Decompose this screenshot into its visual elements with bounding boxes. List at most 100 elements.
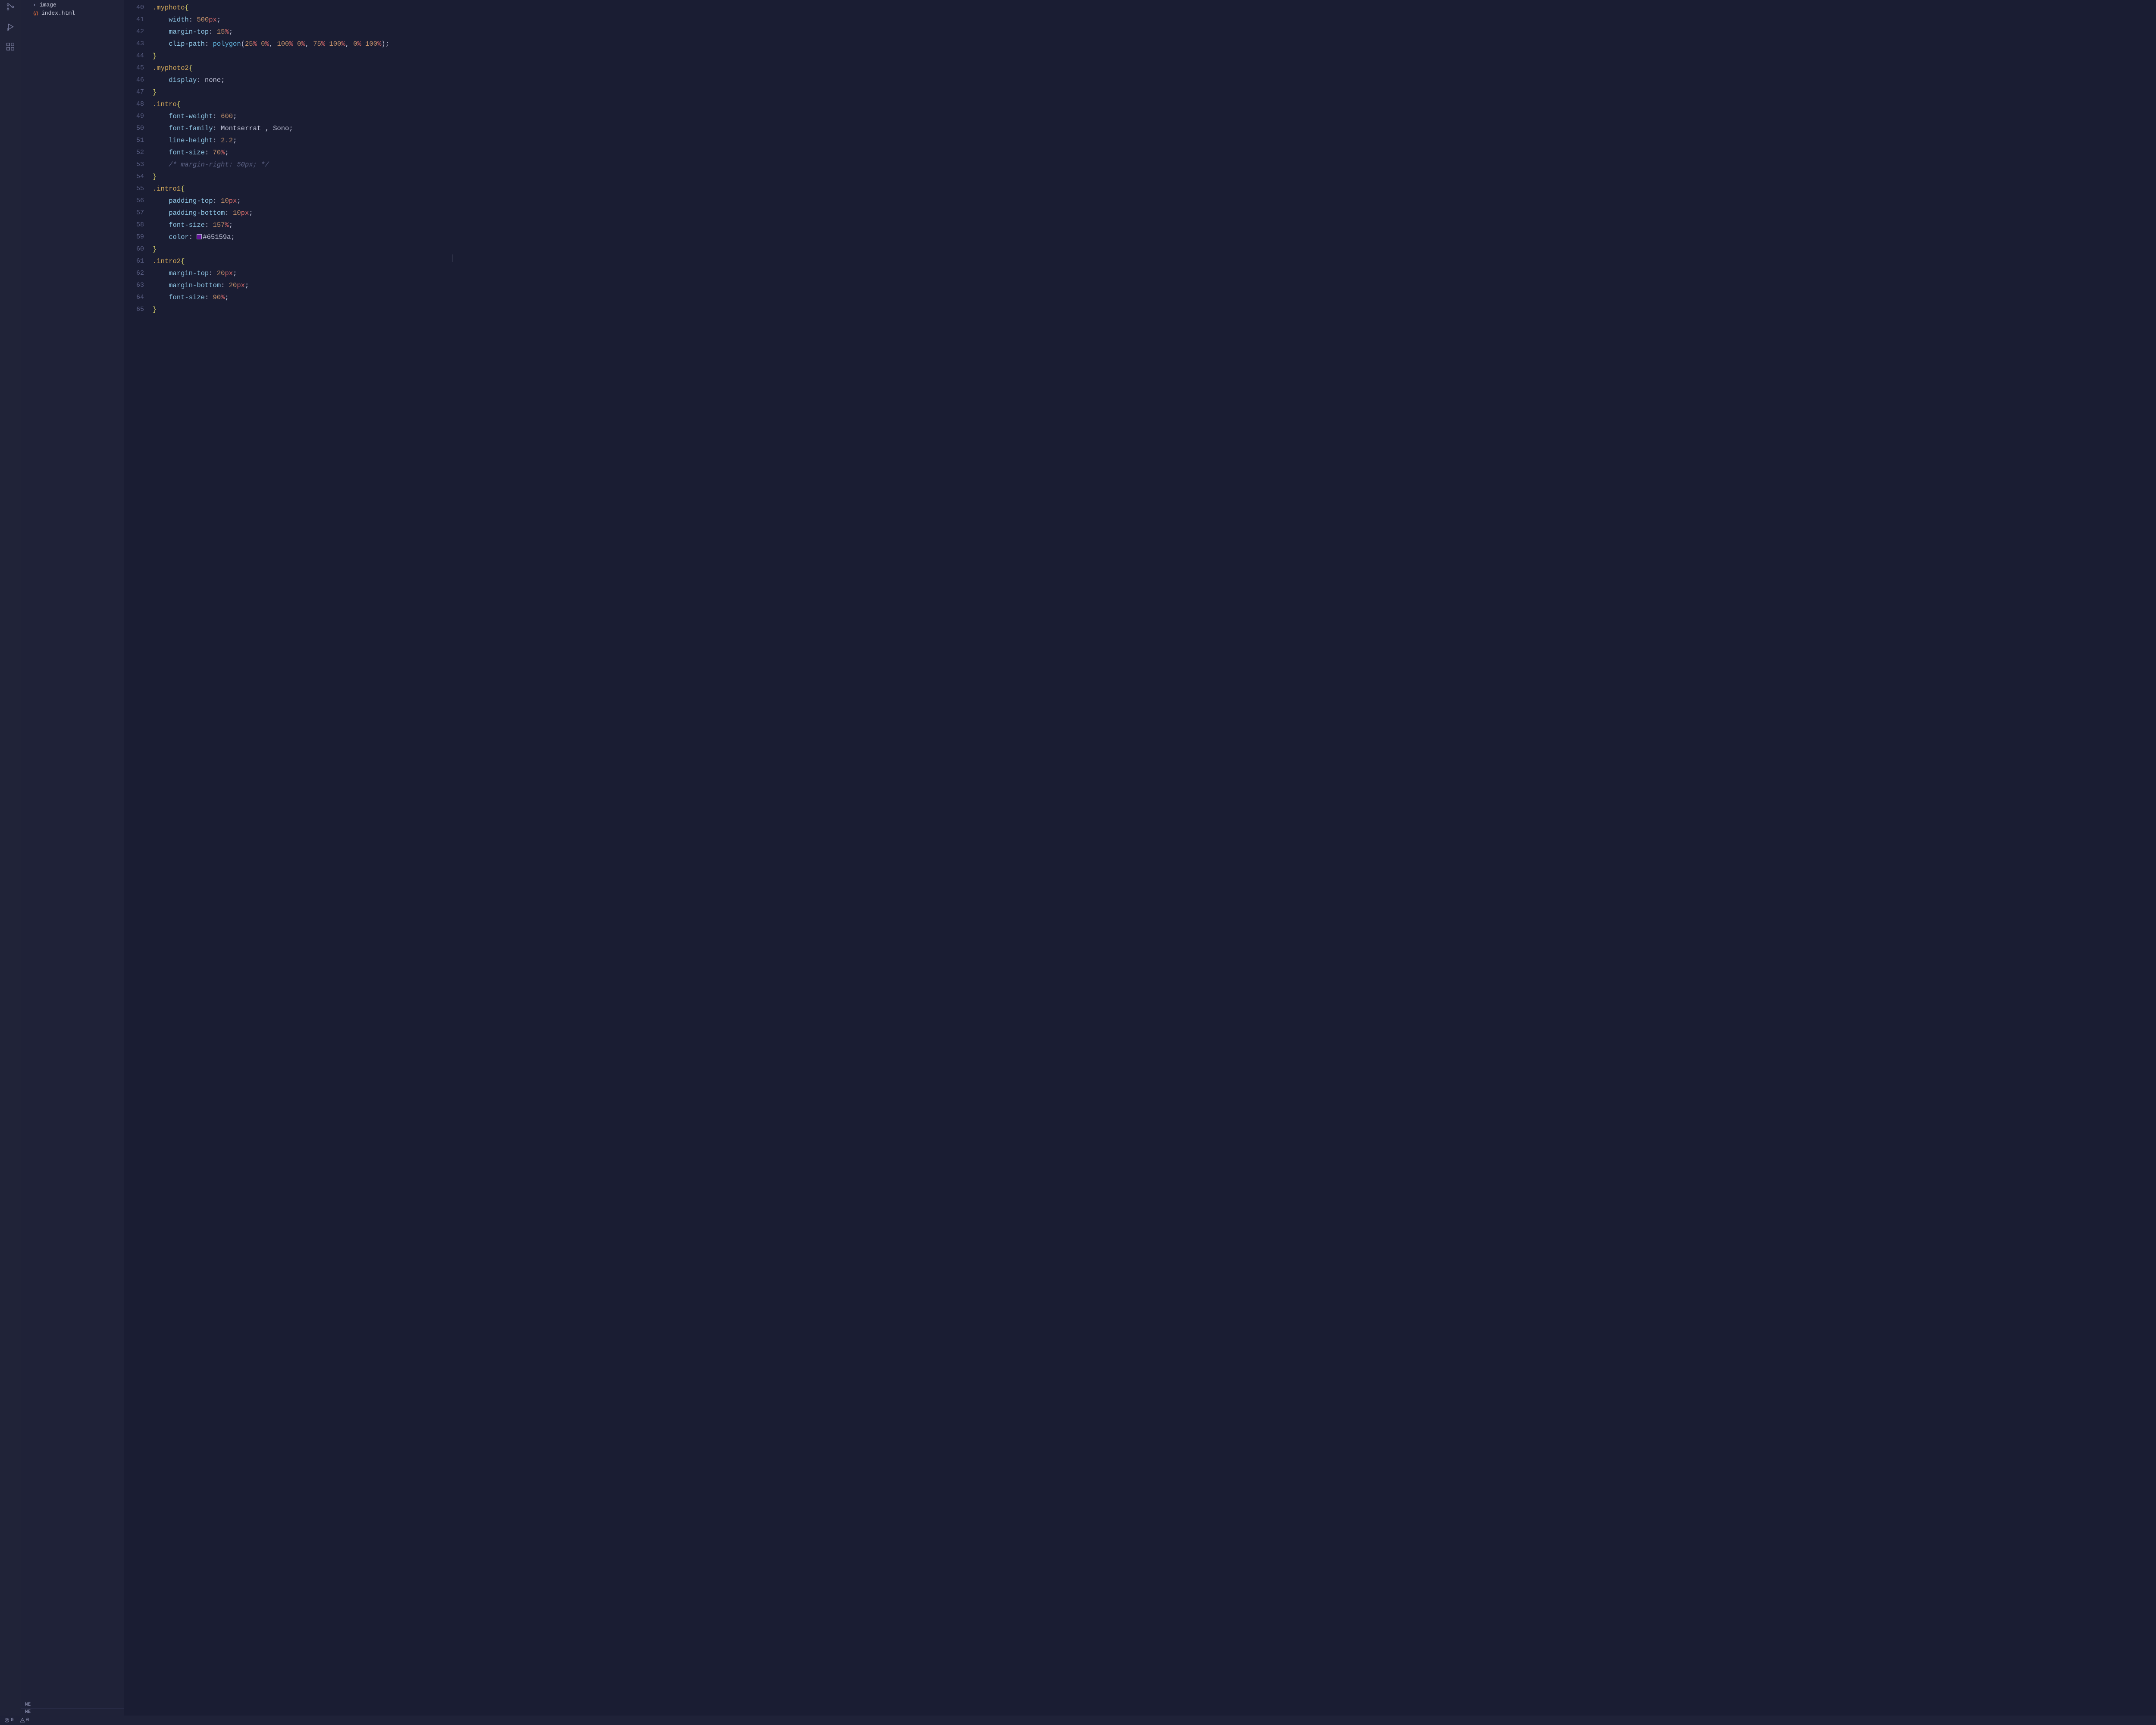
- outline-row[interactable]: NE: [21, 1701, 124, 1708]
- line-number: 42: [126, 26, 144, 38]
- token-brace: }: [153, 52, 157, 60]
- token-punc: ;: [237, 197, 241, 205]
- app-root: image index.html 40414243444546474849505…: [0, 0, 2156, 1725]
- line-number: 47: [126, 86, 144, 98]
- line-number: 59: [126, 231, 144, 243]
- token-sel: .myphoto: [153, 4, 185, 12]
- sidebar-item-label: image: [40, 2, 56, 8]
- token-unit: px: [229, 197, 237, 205]
- token-punc: ;: [249, 209, 253, 217]
- token-brace: {: [181, 185, 185, 193]
- token-punc: :: [205, 294, 213, 301]
- token-punc: :: [197, 76, 205, 84]
- code-line[interactable]: color: #65159a;: [153, 231, 2152, 243]
- line-number: 56: [126, 195, 144, 207]
- code-line[interactable]: width: 500px;: [153, 14, 2152, 26]
- token-punc: ;: [217, 16, 221, 24]
- code-line[interactable]: .myphoto2{: [153, 62, 2152, 74]
- line-number: 62: [126, 267, 144, 279]
- code-line[interactable]: line-height: 2.2;: [153, 135, 2152, 147]
- code-line[interactable]: font-family: Montserrat , Sono;: [153, 122, 2152, 135]
- sidebar-item-index-html[interactable]: index.html: [25, 9, 122, 17]
- token-prop: margin-bottom: [169, 282, 221, 289]
- code-line[interactable]: }: [153, 86, 2152, 98]
- code-line[interactable]: padding-top: 10px;: [153, 195, 2152, 207]
- status-warnings[interactable]: 0: [20, 1718, 29, 1723]
- code-line[interactable]: .intro2{: [153, 255, 2152, 267]
- token-brace: }: [153, 88, 157, 96]
- code-line[interactable]: font-weight: 600;: [153, 110, 2152, 122]
- code-line[interactable]: margin-top: 20px;: [153, 267, 2152, 279]
- status-warning-count: 0: [26, 1718, 29, 1723]
- token-punc: :: [213, 197, 221, 205]
- token-punc: ,: [269, 40, 277, 48]
- code-line[interactable]: display: none;: [153, 74, 2152, 86]
- code-line[interactable]: padding-bottom: 10px;: [153, 207, 2152, 219]
- line-number: 53: [126, 159, 144, 171]
- token-unit: %: [225, 221, 229, 229]
- token-prop: font-size: [169, 221, 205, 229]
- token-punc: :: [209, 28, 217, 36]
- token-unit: %: [265, 40, 269, 48]
- token-prop: padding-top: [169, 197, 213, 205]
- token-num: 75: [313, 40, 321, 48]
- code-line[interactable]: .myphoto{: [153, 2, 2152, 14]
- code-line[interactable]: font-size: 70%;: [153, 147, 2152, 159]
- token-num: 0: [297, 40, 301, 48]
- sidebar-item-image-folder[interactable]: image: [25, 1, 122, 9]
- token-unit: px: [237, 282, 245, 289]
- token-unit: px: [241, 209, 249, 217]
- token-num: 90: [213, 294, 221, 301]
- token-brace: }: [153, 245, 157, 253]
- html-file-icon: [33, 10, 39, 16]
- token-num: 20: [217, 270, 225, 277]
- line-number: 45: [126, 62, 144, 74]
- token-prop: line-height: [169, 137, 213, 144]
- token-num: 100: [365, 40, 377, 48]
- code-line[interactable]: .intro1{: [153, 183, 2152, 195]
- code-line[interactable]: }: [153, 171, 2152, 183]
- token-brace: {: [185, 4, 188, 12]
- run-debug-icon[interactable]: [5, 22, 16, 32]
- token-unit: px: [209, 16, 217, 24]
- token-punc: ;: [225, 294, 229, 301]
- token-num: 0: [353, 40, 357, 48]
- code-line[interactable]: }: [153, 50, 2152, 62]
- line-number: 63: [126, 279, 144, 292]
- code-line[interactable]: .intro{: [153, 98, 2152, 110]
- status-errors[interactable]: 0: [4, 1718, 14, 1723]
- color-swatch[interactable]: [197, 234, 202, 239]
- code-line[interactable]: }: [153, 304, 2152, 316]
- token-num: 0: [261, 40, 265, 48]
- token-punc: :: [205, 149, 213, 157]
- code-line[interactable]: clip-path: polygon(25% 0%, 100% 0%, 75% …: [153, 38, 2152, 50]
- file-explorer: image index.html: [21, 0, 124, 1725]
- token-prop: font-family: [169, 125, 213, 132]
- status-bar: 0 0: [0, 1716, 2156, 1725]
- token-sel: .intro2: [153, 257, 181, 265]
- token-prop: color: [169, 233, 189, 241]
- token-punc: ;: [229, 28, 233, 36]
- code-line[interactable]: /* margin-right: 50px; */: [153, 159, 2152, 171]
- source-control-icon[interactable]: [5, 2, 16, 12]
- token-punc: ,: [305, 40, 313, 48]
- line-number: 44: [126, 50, 144, 62]
- extensions-icon[interactable]: [5, 41, 16, 52]
- line-number: 40: [126, 2, 144, 14]
- token-num: 70: [213, 149, 221, 157]
- token-punc: :: [205, 40, 213, 48]
- token-punc: ;: [221, 76, 225, 84]
- token-punc: :: [213, 113, 221, 120]
- token-punc: );: [381, 40, 389, 48]
- line-number: 61: [126, 255, 144, 267]
- token-prop: margin-top: [169, 28, 209, 36]
- outline-row[interactable]: NE: [21, 1708, 124, 1716]
- code-line[interactable]: }: [153, 243, 2152, 255]
- token-punc: :: [205, 221, 213, 229]
- code-line[interactable]: font-size: 90%;: [153, 292, 2152, 304]
- code-line[interactable]: font-size: 157%;: [153, 219, 2152, 231]
- code-line[interactable]: margin-top: 15%;: [153, 26, 2152, 38]
- token-num: 10: [233, 209, 241, 217]
- editor[interactable]: 4041424344454647484950515253545556575859…: [124, 0, 2156, 1725]
- code-line[interactable]: margin-bottom: 20px;: [153, 279, 2152, 292]
